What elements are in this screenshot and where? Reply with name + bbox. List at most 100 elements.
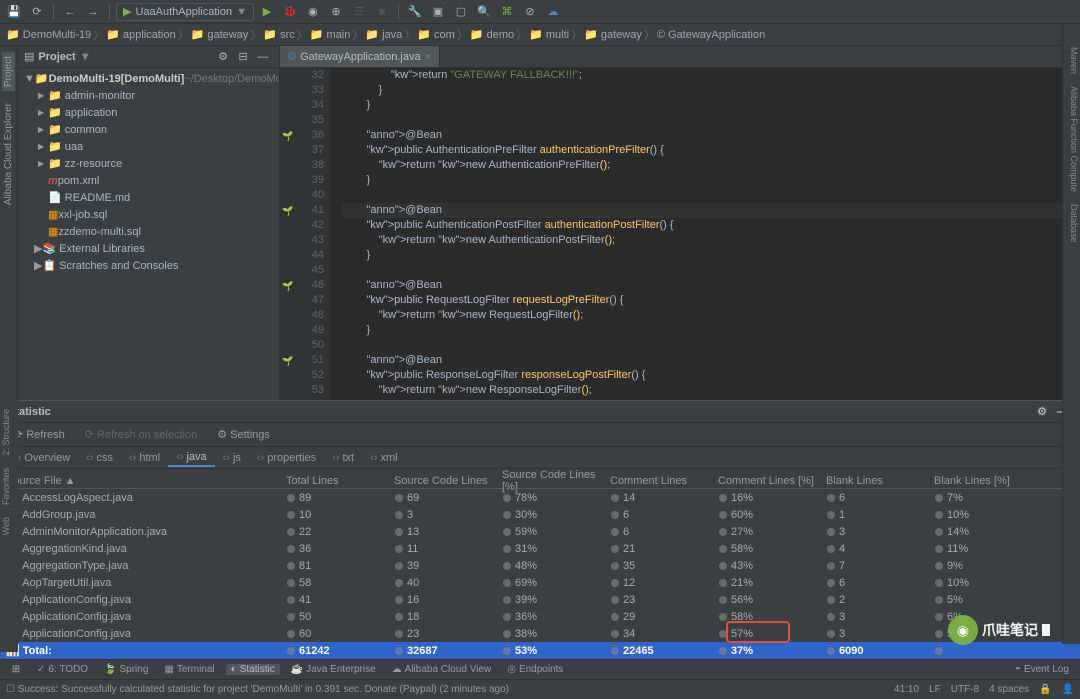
line-ending[interactable]: LF bbox=[929, 684, 941, 695]
table-row[interactable]: 📄 AccessLogAspect.java 89 69 78% 14 16% … bbox=[0, 489, 1080, 506]
col-header[interactable]: Comment Lines [%] bbox=[712, 475, 820, 487]
tree-row[interactable]: ▼ 📁 DemoMulti-19 [DemoMulti] ~/Desktop/D… bbox=[18, 70, 279, 87]
col-header[interactable]: Comment Lines bbox=[604, 475, 712, 487]
todo-tab[interactable]: ✓ 6: TODO bbox=[32, 664, 93, 675]
inspector-icon[interactable]: 👤 bbox=[1062, 684, 1074, 695]
terminal-tab[interactable]: ▦ Terminal bbox=[159, 664, 219, 675]
cursor-position[interactable]: 41:10 bbox=[894, 684, 919, 695]
breadcrumb-item[interactable]: 📁 multi bbox=[529, 28, 569, 41]
breadcrumb-item[interactable]: 📁 demo bbox=[470, 28, 514, 41]
stop-icon[interactable]: ■ bbox=[372, 2, 392, 22]
encoding[interactable]: UTF-8 bbox=[951, 684, 979, 695]
alibaba-fc-tab[interactable]: Alibaba Function Compute bbox=[1063, 83, 1080, 195]
table-row[interactable]: 📄 AdminMonitorApplication.java 22 13 59%… bbox=[0, 523, 1080, 540]
tree-row[interactable]: ▦ xxl-job.sql bbox=[18, 206, 279, 223]
run-icon[interactable]: ▶ bbox=[257, 2, 277, 22]
run-config-select[interactable]: ▶UaaAuthApplication▼ bbox=[116, 3, 254, 21]
table-row[interactable]: 📄 AggregationType.java 81 39 48% 35 43% … bbox=[0, 557, 1080, 574]
rect-icon[interactable]: ▢ bbox=[451, 2, 471, 22]
stat-tab-css[interactable]: ‹› css bbox=[78, 450, 121, 466]
stat-tab-xml[interactable]: ‹› xml bbox=[362, 450, 405, 466]
col-header[interactable]: Blank Lines [%] bbox=[928, 475, 1036, 487]
search-icon[interactable]: 🔍 bbox=[474, 2, 494, 22]
table-row[interactable]: 📄 ApplicationConfig.java 50 18 36% 29 58… bbox=[0, 608, 1080, 625]
breadcrumb-item[interactable]: 📁 com bbox=[417, 28, 455, 41]
code-content[interactable]: "kw">return "GATEWAY FALLBACK!!!"; } } "… bbox=[330, 68, 1080, 400]
col-header[interactable]: Source File ▲ bbox=[0, 475, 280, 487]
layout-icon[interactable]: ⊞ bbox=[6, 660, 26, 680]
editor-tab[interactable]: ©GatewayApplication.java× bbox=[280, 46, 440, 67]
table-row[interactable]: 📄 AggregationKind.java 36 11 31% 21 58% … bbox=[0, 540, 1080, 557]
database-tab[interactable]: Database bbox=[1063, 201, 1080, 246]
tree-row[interactable]: ▶📁 application bbox=[18, 104, 279, 121]
breadcrumb-item[interactable]: 📁 application bbox=[106, 28, 175, 41]
cloud-icon[interactable]: ☁ bbox=[543, 2, 563, 22]
gear-icon[interactable]: ⚙ bbox=[213, 47, 233, 67]
web-tab[interactable]: Web bbox=[0, 514, 18, 538]
breadcrumb-item[interactable]: 📁 src bbox=[263, 28, 294, 41]
table-row[interactable]: 📄 AopTargetUtil.java 58 40 69% 12 21% 6 … bbox=[0, 574, 1080, 591]
stat-tab-html[interactable]: ‹› html bbox=[121, 450, 168, 466]
col-header[interactable]: Blank Lines bbox=[820, 475, 928, 487]
col-header[interactable]: Source Code Lines bbox=[388, 475, 496, 487]
project-tool-tab[interactable]: Project bbox=[2, 52, 15, 91]
table-header[interactable]: Source File ▲Total LinesSource Code Line… bbox=[0, 469, 1080, 489]
col-header[interactable]: Total Lines bbox=[280, 475, 388, 487]
indent[interactable]: 4 spaces bbox=[989, 684, 1029, 695]
table-row[interactable]: 📄 ApplicationConfig.java 60 23 38% 34 57… bbox=[0, 625, 1080, 642]
undo-icon[interactable]: ← bbox=[60, 2, 80, 22]
breadcrumb-item[interactable]: 📁 DemoMulti-19 bbox=[6, 28, 91, 41]
statistic-tab[interactable]: ◐ Statistic bbox=[226, 664, 280, 675]
tree-row[interactable]: 📄 README.md bbox=[18, 189, 279, 206]
wrench-icon[interactable]: 🔧 bbox=[405, 2, 425, 22]
tree-row[interactable]: ▶📁 uaa bbox=[18, 138, 279, 155]
git-icon[interactable]: ▣ bbox=[428, 2, 448, 22]
stat-tab-java[interactable]: ‹› java bbox=[168, 449, 215, 467]
stat-tab-txt[interactable]: ‹› txt bbox=[324, 450, 362, 466]
favorites-tab[interactable]: Favorites bbox=[0, 465, 18, 508]
debug-icon[interactable]: 🐞 bbox=[280, 2, 300, 22]
lock-icon[interactable]: 🔒 bbox=[1039, 684, 1051, 695]
gear-icon[interactable]: ⚙ bbox=[1032, 402, 1052, 422]
redo-icon[interactable]: → bbox=[83, 2, 103, 22]
tree-row[interactable]: m pom.xml bbox=[18, 172, 279, 189]
col-header[interactable]: Source Code Lines [%] bbox=[496, 469, 604, 493]
tree-row[interactable]: ▦ zzdemo-multi.sql bbox=[18, 223, 279, 240]
breadcrumb-item[interactable]: 📁 main bbox=[310, 28, 351, 41]
trace-icon[interactable]: ☰ bbox=[349, 2, 369, 22]
spring-tab[interactable]: 🍃 Spring bbox=[99, 664, 153, 675]
code-area[interactable]: 3233343536🌱3738394041🌱4243444546🌱4748495… bbox=[280, 68, 1080, 400]
alibaba-tab[interactable]: ☁ Alibaba Cloud View bbox=[387, 664, 497, 675]
tree-row[interactable]: ▶ 📋 Scratches and Consoles bbox=[18, 257, 279, 274]
tree-row[interactable]: ▶📁 zz-resource bbox=[18, 155, 279, 172]
line-gutter: 3233343536🌱3738394041🌱4243444546🌱4748495… bbox=[280, 68, 330, 400]
endpoints-tab[interactable]: ◎ Endpoints bbox=[502, 664, 568, 675]
sync-icon[interactable]: ⟳ bbox=[27, 2, 47, 22]
eventlog-tab[interactable]: ◓ Event Log bbox=[1010, 664, 1074, 675]
breadcrumb-item[interactable]: 📁 gateway bbox=[191, 28, 249, 41]
save-icon[interactable]: 💾 bbox=[4, 2, 24, 22]
collapse-icon[interactable]: ⊟ bbox=[233, 47, 253, 67]
profile-icon[interactable]: ⊕ bbox=[326, 2, 346, 22]
table-row[interactable]: 📄 AddGroup.java 10 3 30% 6 60% 1 10% bbox=[0, 506, 1080, 523]
block-icon[interactable]: ⊘ bbox=[520, 2, 540, 22]
javaee-tab[interactable]: ☕ Java Enterprise bbox=[286, 664, 381, 675]
coverage-icon[interactable]: ◉ bbox=[303, 2, 323, 22]
stat-tab-js[interactable]: ‹› js bbox=[215, 450, 249, 466]
project-tree[interactable]: ▼ 📁 DemoMulti-19 [DemoMulti] ~/Desktop/D… bbox=[18, 68, 279, 400]
tree-row[interactable]: ▶📁 admin-monitor bbox=[18, 87, 279, 104]
structure-tab[interactable]: 2: Structure bbox=[0, 406, 18, 459]
hide-icon[interactable]: — bbox=[253, 47, 273, 67]
maven-tab[interactable]: Maven bbox=[1063, 44, 1080, 77]
settings-button[interactable]: ⚙ Settings bbox=[209, 426, 278, 443]
tree-row[interactable]: ▶📁 common bbox=[18, 121, 279, 138]
breadcrumb-item[interactable]: © GatewayApplication bbox=[657, 29, 765, 41]
tree-row[interactable]: ▶ 📚 External Libraries bbox=[18, 240, 279, 257]
stat-tab-properties[interactable]: ‹› properties bbox=[249, 450, 324, 466]
clover-icon[interactable]: ⌘ bbox=[497, 2, 517, 22]
alibaba-tool-tab[interactable]: Alibaba Cloud Explorer bbox=[2, 99, 15, 209]
table-row[interactable]: 📄 ApplicationConfig.java 41 16 39% 23 56… bbox=[0, 591, 1080, 608]
breadcrumb-item[interactable]: 📁 gateway bbox=[584, 28, 642, 41]
table-row[interactable]: 📊 Total: 61242 32687 53% 22465 37% 6090 bbox=[0, 642, 1080, 659]
breadcrumb-item[interactable]: 📁 java bbox=[365, 28, 402, 41]
